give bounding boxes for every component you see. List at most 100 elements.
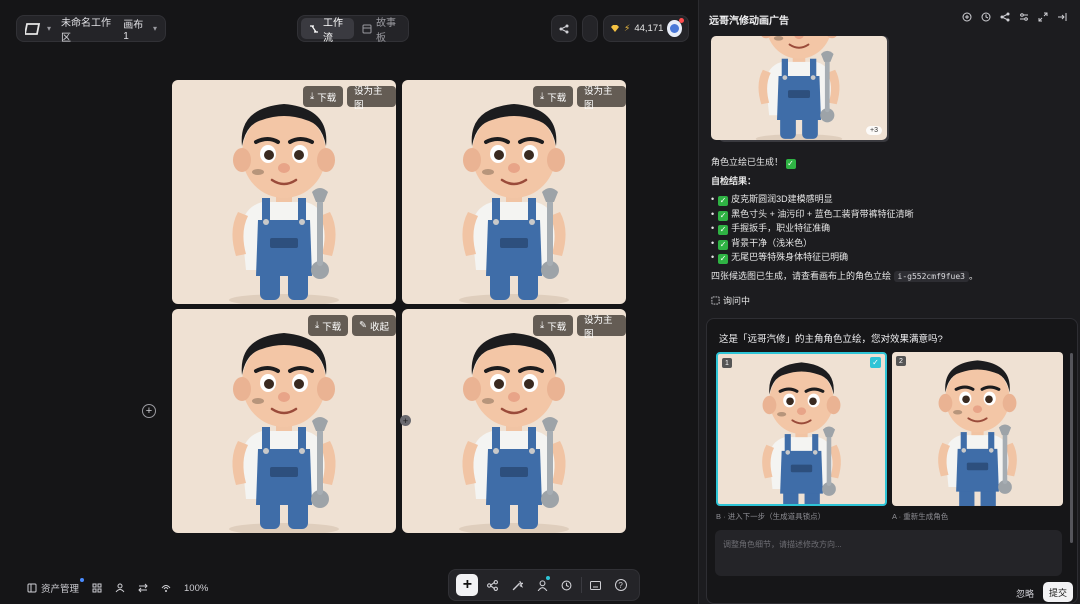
panel-actions bbox=[962, 12, 1067, 22]
asking-status: 询问中 bbox=[711, 294, 750, 307]
download-label: 下载 bbox=[547, 92, 567, 104]
character-illustration bbox=[227, 331, 341, 533]
summary-message: 四张候选图已生成，请查看画布上的角色立绘 i-g552cmf9fue3。 bbox=[711, 271, 978, 282]
list-item: • ✓ 手握扳手，职业特征准确 bbox=[711, 223, 831, 236]
notification-dot bbox=[80, 578, 85, 582]
tab-workflow[interactable]: 工作流 bbox=[301, 18, 354, 44]
tab-storyboard[interactable]: 故事板 bbox=[356, 18, 405, 44]
generated-message: 角色立绘已生成！ ✓ bbox=[711, 157, 796, 169]
chevron-down-icon[interactable]: ▾ bbox=[153, 24, 157, 33]
add-node-button[interactable]: + bbox=[142, 404, 156, 418]
sidebar-icon bbox=[27, 583, 37, 593]
option-card-2[interactable]: 2 bbox=[892, 352, 1063, 506]
option-card-1[interactable]: 1 ✓ bbox=[716, 352, 887, 506]
download-label: 下载 bbox=[322, 321, 342, 333]
option-2-label: A · 重新生成角色 bbox=[892, 512, 949, 521]
swap-icon[interactable] bbox=[138, 583, 148, 593]
more-count-badge: +3 bbox=[866, 126, 882, 135]
download-label: 下载 bbox=[547, 321, 567, 333]
set-main-button[interactable]: 设为主图 bbox=[577, 315, 626, 340]
submit-button[interactable]: 提交 bbox=[1043, 582, 1073, 602]
list-item: • ✓ 无尾巴等特殊身体特征已明确 bbox=[711, 252, 849, 265]
credits-badge[interactable]: ⚡ 44,171 bbox=[603, 15, 689, 42]
download-button[interactable]: ⤓ 下载 bbox=[533, 315, 574, 336]
candidate-image-2[interactable]: ⤓ 下载 设为主图 bbox=[402, 80, 626, 304]
magic-wand-icon bbox=[512, 580, 523, 591]
panel-title: 远哥汽修动画广告 bbox=[709, 16, 789, 27]
feedback-input[interactable]: 调整角色细节，请描述修改方向... bbox=[715, 530, 1062, 576]
zoom-level[interactable]: 100% bbox=[184, 583, 208, 594]
view-tabs: 工作流 故事板 bbox=[297, 15, 409, 44]
check-icon: ✓ bbox=[718, 254, 729, 265]
history-button[interactable] bbox=[556, 574, 578, 596]
download-label: 下载 bbox=[317, 92, 337, 104]
collapse-label: 收起 bbox=[369, 321, 389, 333]
download-icon: ⤓ bbox=[310, 91, 315, 102]
scrollbar[interactable] bbox=[1070, 353, 1073, 543]
nodes-button[interactable] bbox=[481, 574, 503, 596]
magic-button[interactable] bbox=[506, 574, 528, 596]
workspace-name[interactable]: 未命名工作区 bbox=[61, 14, 111, 44]
check-icon: ✓ bbox=[785, 159, 796, 169]
ignore-button[interactable]: 忽略 bbox=[1016, 587, 1034, 600]
grid-icon[interactable] bbox=[92, 583, 102, 593]
check-icon: ✓ bbox=[718, 239, 729, 250]
person-icon bbox=[537, 579, 548, 591]
more-button[interactable] bbox=[582, 15, 598, 42]
character-button[interactable] bbox=[531, 574, 553, 596]
user-icon[interactable] bbox=[115, 583, 125, 593]
candidate-image-1[interactable]: ⤓ 下载 设为主图 bbox=[172, 80, 396, 304]
app-logo-icon bbox=[25, 22, 41, 35]
add-chat-icon[interactable] bbox=[962, 12, 972, 22]
candidate-image-4[interactable]: ⤓ 下载 设为主图 bbox=[402, 309, 626, 533]
canvas-selector[interactable]: 画布 1 bbox=[123, 16, 147, 42]
download-button[interactable]: ⤓ 下载 bbox=[303, 86, 344, 107]
set-main-button[interactable]: 设为主图 bbox=[347, 86, 396, 111]
keyboard-button[interactable] bbox=[585, 574, 607, 596]
character-illustration bbox=[457, 102, 571, 304]
clock-icon[interactable] bbox=[981, 12, 991, 22]
share-button[interactable] bbox=[551, 15, 577, 42]
set-main-button[interactable]: 设为主图 bbox=[577, 86, 626, 111]
candidate-image-3[interactable]: ⤓ 下载 ✎ 收起 bbox=[172, 309, 396, 533]
notification-dot bbox=[679, 18, 684, 23]
download-icon: ⤓ bbox=[315, 320, 320, 331]
check-icon: ✓ bbox=[718, 225, 729, 236]
character-illustration bbox=[757, 360, 846, 504]
canvas-area[interactable]: ▾ 未命名工作区 画布 1 ▾ 工作流 故事板 ⚡ 44,171 ⤓ 下载 设为主… bbox=[0, 0, 698, 604]
collapse-panel-icon[interactable] bbox=[1057, 12, 1067, 22]
image-stack[interactable]: +3 bbox=[711, 36, 889, 142]
add-button[interactable]: + bbox=[456, 574, 479, 596]
keyboard-icon bbox=[590, 580, 602, 590]
clock-icon bbox=[561, 580, 572, 591]
collapse-button[interactable]: ✎ 收起 bbox=[352, 315, 396, 336]
asset-manager-button[interactable]: 资产管理 bbox=[27, 578, 85, 595]
share-icon[interactable] bbox=[1000, 12, 1010, 22]
asset-manager-label: 资产管理 bbox=[41, 584, 80, 595]
signal-icon[interactable] bbox=[161, 583, 171, 593]
option-number: 2 bbox=[896, 356, 906, 366]
download-button[interactable]: ⤓ 下载 bbox=[533, 86, 574, 107]
avatar[interactable] bbox=[667, 18, 684, 37]
share-icon bbox=[559, 24, 569, 34]
option-number: 1 bbox=[722, 358, 732, 368]
notification-dot bbox=[546, 576, 551, 580]
workspace-switcher[interactable]: ▾ 未命名工作区 画布 1 ▾ bbox=[16, 14, 166, 44]
settings-icon[interactable] bbox=[1019, 12, 1029, 22]
plus-icon: + bbox=[462, 576, 473, 593]
chevron-down-icon[interactable]: ▾ bbox=[47, 24, 51, 33]
question-text: 这是「远哥汽修」的主角角色立绘，您对效果满意吗? bbox=[719, 334, 943, 345]
download-button[interactable]: ⤓ 下载 bbox=[308, 315, 349, 336]
connector-handle[interactable]: + bbox=[400, 415, 411, 426]
loading-icon bbox=[711, 296, 720, 305]
option-1-label: B · 进入下一步（生成道具锁点） bbox=[716, 512, 826, 521]
tab-workflow-label: 工作流 bbox=[323, 17, 343, 44]
check-icon: ✓ bbox=[718, 210, 729, 221]
help-button[interactable]: ? bbox=[610, 574, 632, 596]
chat-panel: 远哥汽修动画广告 +3 角色立绘已生成！ ✓ 自检结果： • ✓ 皮克斯圆润3D建模… bbox=[698, 0, 1080, 604]
pin-icon: ✎ bbox=[359, 320, 367, 331]
character-thumbnail bbox=[754, 36, 844, 140]
input-placeholder: 调整角色细节，请描述修改方向... bbox=[723, 540, 842, 549]
check-list: • ✓ 皮克斯圆润3D建模感明显 • ✓ 黑色寸头 + 油污印 + 蓝色工装背带裤特征清… bbox=[711, 192, 914, 265]
expand-icon[interactable] bbox=[1038, 12, 1048, 22]
